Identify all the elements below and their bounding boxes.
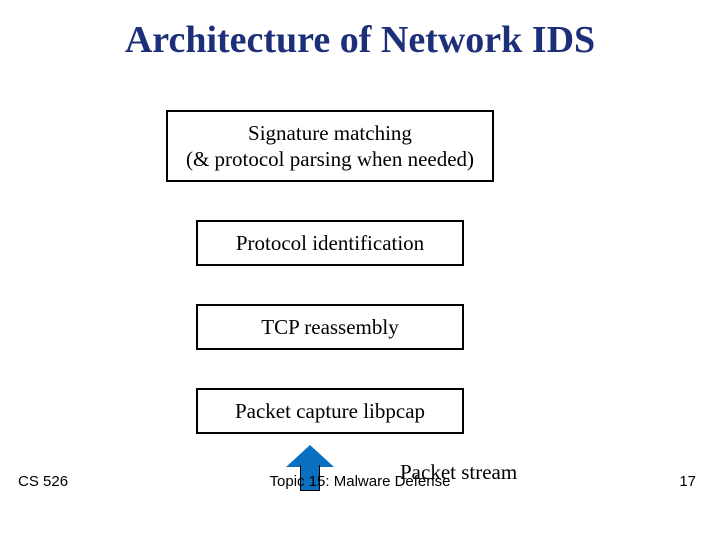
box-tcp-reassembly: TCP reassembly xyxy=(196,304,464,350)
box-line1: Signature matching xyxy=(248,120,412,146)
box-pcap-label: Packet capture libpcap xyxy=(235,398,425,424)
box-tcp-label: TCP reassembly xyxy=(261,314,398,340)
footer-topic: Topic 15: Malware Defense xyxy=(0,473,720,490)
box-signature-matching: Signature matching (& protocol parsing w… xyxy=(166,110,494,182)
box-line2: (& protocol parsing when needed) xyxy=(186,146,474,172)
slide-title: Architecture of Network IDS xyxy=(0,18,720,62)
slide: Architecture of Network IDS Signature ma… xyxy=(0,0,720,540)
box-packet-capture: Packet capture libpcap xyxy=(196,388,464,434)
footer-page-number: 17 xyxy=(679,473,696,490)
box-protocol-identification: Protocol identification xyxy=(196,220,464,266)
box-protocol-label: Protocol identification xyxy=(236,230,424,256)
